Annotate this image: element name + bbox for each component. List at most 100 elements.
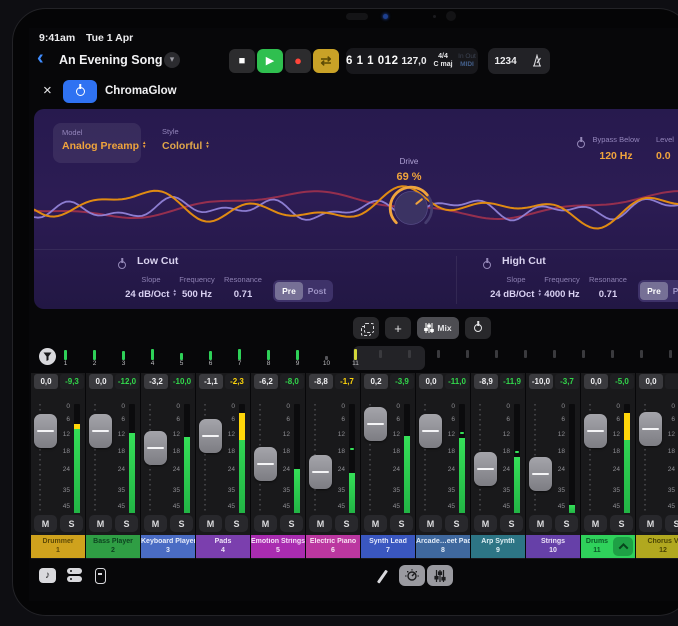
fader-handle[interactable]: [474, 452, 497, 486]
fader-value[interactable]: 0,0: [639, 374, 663, 389]
solo-button[interactable]: S: [170, 515, 193, 532]
tempo-display[interactable]: 127,0: [398, 56, 430, 67]
peak-value[interactable]: -1,7: [335, 374, 359, 389]
plugin-power-button[interactable]: [63, 80, 97, 103]
track-name-cell[interactable]: Drummer1: [31, 535, 85, 558]
collapse-track-button[interactable]: [613, 537, 633, 556]
fader-value[interactable]: -3,2: [144, 374, 168, 389]
high-cut-power-icon[interactable]: [483, 256, 491, 274]
high-cut-resonance[interactable]: Resonance0.71: [577, 275, 639, 302]
fader-handle[interactable]: [584, 414, 607, 448]
mute-button[interactable]: M: [309, 515, 332, 532]
fader-handle[interactable]: [199, 419, 222, 453]
play-button[interactable]: ▶: [257, 49, 283, 73]
fader-value[interactable]: 0,0: [34, 374, 58, 389]
track-name-cell[interactable]: Electric Piano6: [306, 535, 360, 558]
fader-handle[interactable]: [529, 457, 552, 491]
level-control[interactable]: Level 0.0: [656, 129, 678, 162]
back-chevron-icon[interactable]: ‹: [37, 47, 44, 70]
pencil-icon[interactable]: [377, 570, 388, 584]
track-overview-strip[interactable]: 1234567891011: [29, 346, 678, 372]
peak-value[interactable]: -10,0: [170, 374, 194, 389]
song-title[interactable]: An Evening Song: [59, 53, 162, 67]
pre-button[interactable]: Pre: [275, 282, 303, 300]
mixer-view-button[interactable]: [427, 565, 453, 586]
solo-button[interactable]: S: [610, 515, 633, 532]
mute-button[interactable]: M: [474, 515, 497, 532]
overview-viewport-window[interactable]: [353, 346, 425, 370]
playhead-position[interactable]: 6 1 1 012: [346, 55, 398, 67]
duplicate-button[interactable]: [353, 317, 379, 339]
record-button[interactable]: ●: [285, 49, 311, 73]
peak-value[interactable]: -8,0: [280, 374, 304, 389]
peak-value[interactable]: -11,0: [445, 374, 469, 389]
mixer-power-button[interactable]: [465, 317, 491, 339]
filter-button[interactable]: [39, 348, 56, 365]
mute-button[interactable]: M: [34, 515, 57, 532]
mute-button[interactable]: M: [529, 515, 552, 532]
fader-handle[interactable]: [364, 407, 387, 441]
mute-button[interactable]: M: [254, 515, 277, 532]
fader-value[interactable]: -1,1: [199, 374, 223, 389]
fader-value[interactable]: -8,9: [474, 374, 498, 389]
drive-knob[interactable]: [385, 182, 437, 234]
fader-handle[interactable]: [639, 412, 662, 446]
peak-value[interactable]: -3,9: [390, 374, 414, 389]
solo-button[interactable]: S: [555, 515, 578, 532]
track-name-cell[interactable]: Strings10: [526, 535, 580, 558]
track-name-cell[interactable]: Emotion Strings5: [251, 535, 305, 558]
fader-handle[interactable]: [419, 414, 442, 448]
track-name-cell[interactable]: Drums11: [581, 535, 635, 558]
fader-handle[interactable]: [144, 431, 167, 465]
solo-button[interactable]: S: [665, 515, 678, 532]
mute-button[interactable]: M: [419, 515, 442, 532]
fader-value[interactable]: -10,0: [529, 374, 553, 389]
mute-button[interactable]: M: [364, 515, 387, 532]
bypass-below-control[interactable]: Bypass Below 120 Hz: [583, 129, 649, 162]
peak-value[interactable]: -5,0: [610, 374, 634, 389]
song-menu-button[interactable]: ▾: [164, 52, 180, 68]
solo-button[interactable]: S: [500, 515, 523, 532]
plugins-button[interactable]: [67, 568, 83, 583]
mute-button[interactable]: M: [584, 515, 607, 532]
key-signature-display[interactable]: 4/4 C maj: [430, 53, 456, 68]
solo-button[interactable]: S: [390, 515, 413, 532]
peak-value[interactable]: -3,7: [555, 374, 579, 389]
post-button[interactable]: Post: [303, 282, 331, 300]
mix-view-button[interactable]: Mix: [417, 317, 459, 339]
post-button[interactable]: Post: [668, 282, 678, 300]
style-selector[interactable]: Style Colorful▲▼: [162, 127, 210, 154]
peak-value[interactable]: -2,3: [225, 374, 249, 389]
solo-button[interactable]: S: [60, 515, 83, 532]
count-in-button[interactable]: 1234: [494, 56, 516, 67]
add-track-button[interactable]: +: [385, 317, 411, 339]
browser-button[interactable]: ♪: [39, 568, 56, 583]
track-name-cell[interactable]: Bass Player2: [86, 535, 140, 558]
peak-value[interactable]: -9,3: [60, 374, 84, 389]
fader-handle[interactable]: [89, 414, 112, 448]
lcd-display[interactable]: 6 1 1 012 127,0 4/4 C maj In Out MIDI: [346, 48, 478, 74]
mute-button[interactable]: M: [89, 515, 112, 532]
close-icon[interactable]: ×: [43, 82, 52, 99]
channel-strip-button[interactable]: [95, 568, 106, 584]
stop-button[interactable]: ■: [229, 49, 255, 73]
fader-handle[interactable]: [309, 455, 332, 489]
solo-button[interactable]: S: [115, 515, 138, 532]
track-name-cell[interactable]: Pads4: [196, 535, 250, 558]
fader-handle[interactable]: [254, 447, 277, 481]
solo-button[interactable]: S: [280, 515, 303, 532]
metronome-icon[interactable]: [530, 54, 544, 68]
fader-value[interactable]: -8,8: [309, 374, 333, 389]
pre-button[interactable]: Pre: [640, 282, 668, 300]
track-name-cell[interactable]: Arp Synth9: [471, 535, 525, 558]
track-name-cell[interactable]: Chorus V12: [636, 535, 678, 558]
controls-view-button[interactable]: [399, 565, 425, 586]
peak-value[interactable]: [665, 374, 678, 389]
low-cut-resonance[interactable]: Resonance0.71: [212, 275, 274, 302]
mute-button[interactable]: M: [144, 515, 167, 532]
solo-button[interactable]: S: [335, 515, 358, 532]
peak-value[interactable]: -11,9: [500, 374, 524, 389]
cycle-button[interactable]: ⇄: [313, 49, 339, 73]
fader-value[interactable]: 0,0: [584, 374, 608, 389]
track-name-cell[interactable]: Synth Lead7: [361, 535, 415, 558]
